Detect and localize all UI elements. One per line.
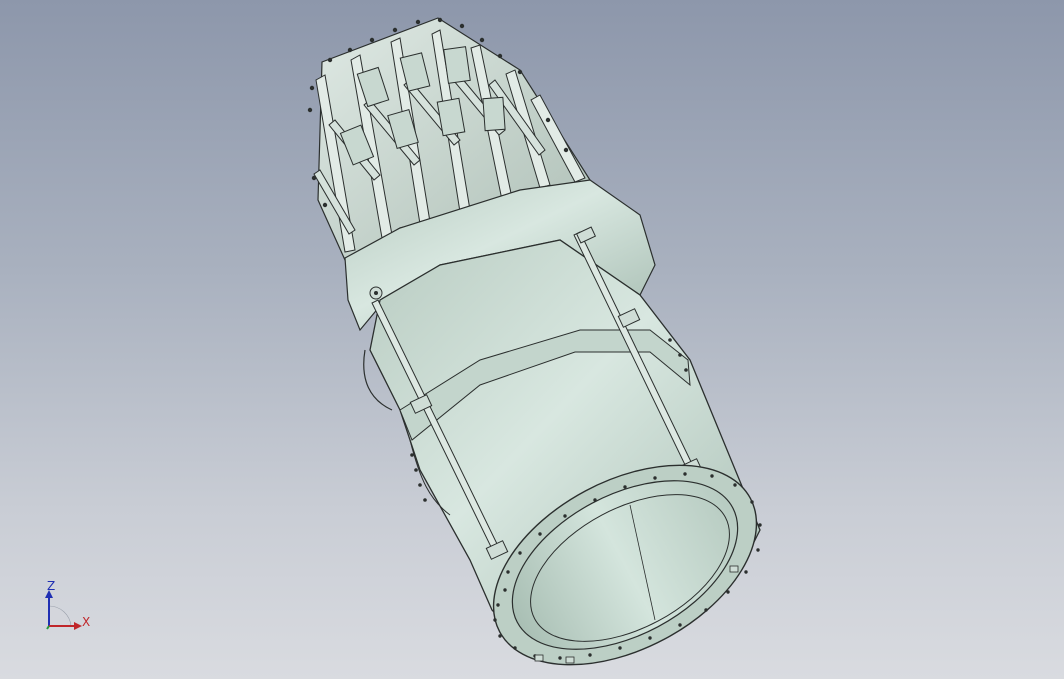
axis-triad: Z X — [36, 576, 106, 640]
x-axis-label: X — [82, 615, 91, 629]
3d-viewport[interactable]: Z X — [0, 0, 1064, 679]
z-axis-label: Z — [47, 579, 56, 593]
cad-model-combustor-assembly[interactable] — [0, 0, 1064, 679]
